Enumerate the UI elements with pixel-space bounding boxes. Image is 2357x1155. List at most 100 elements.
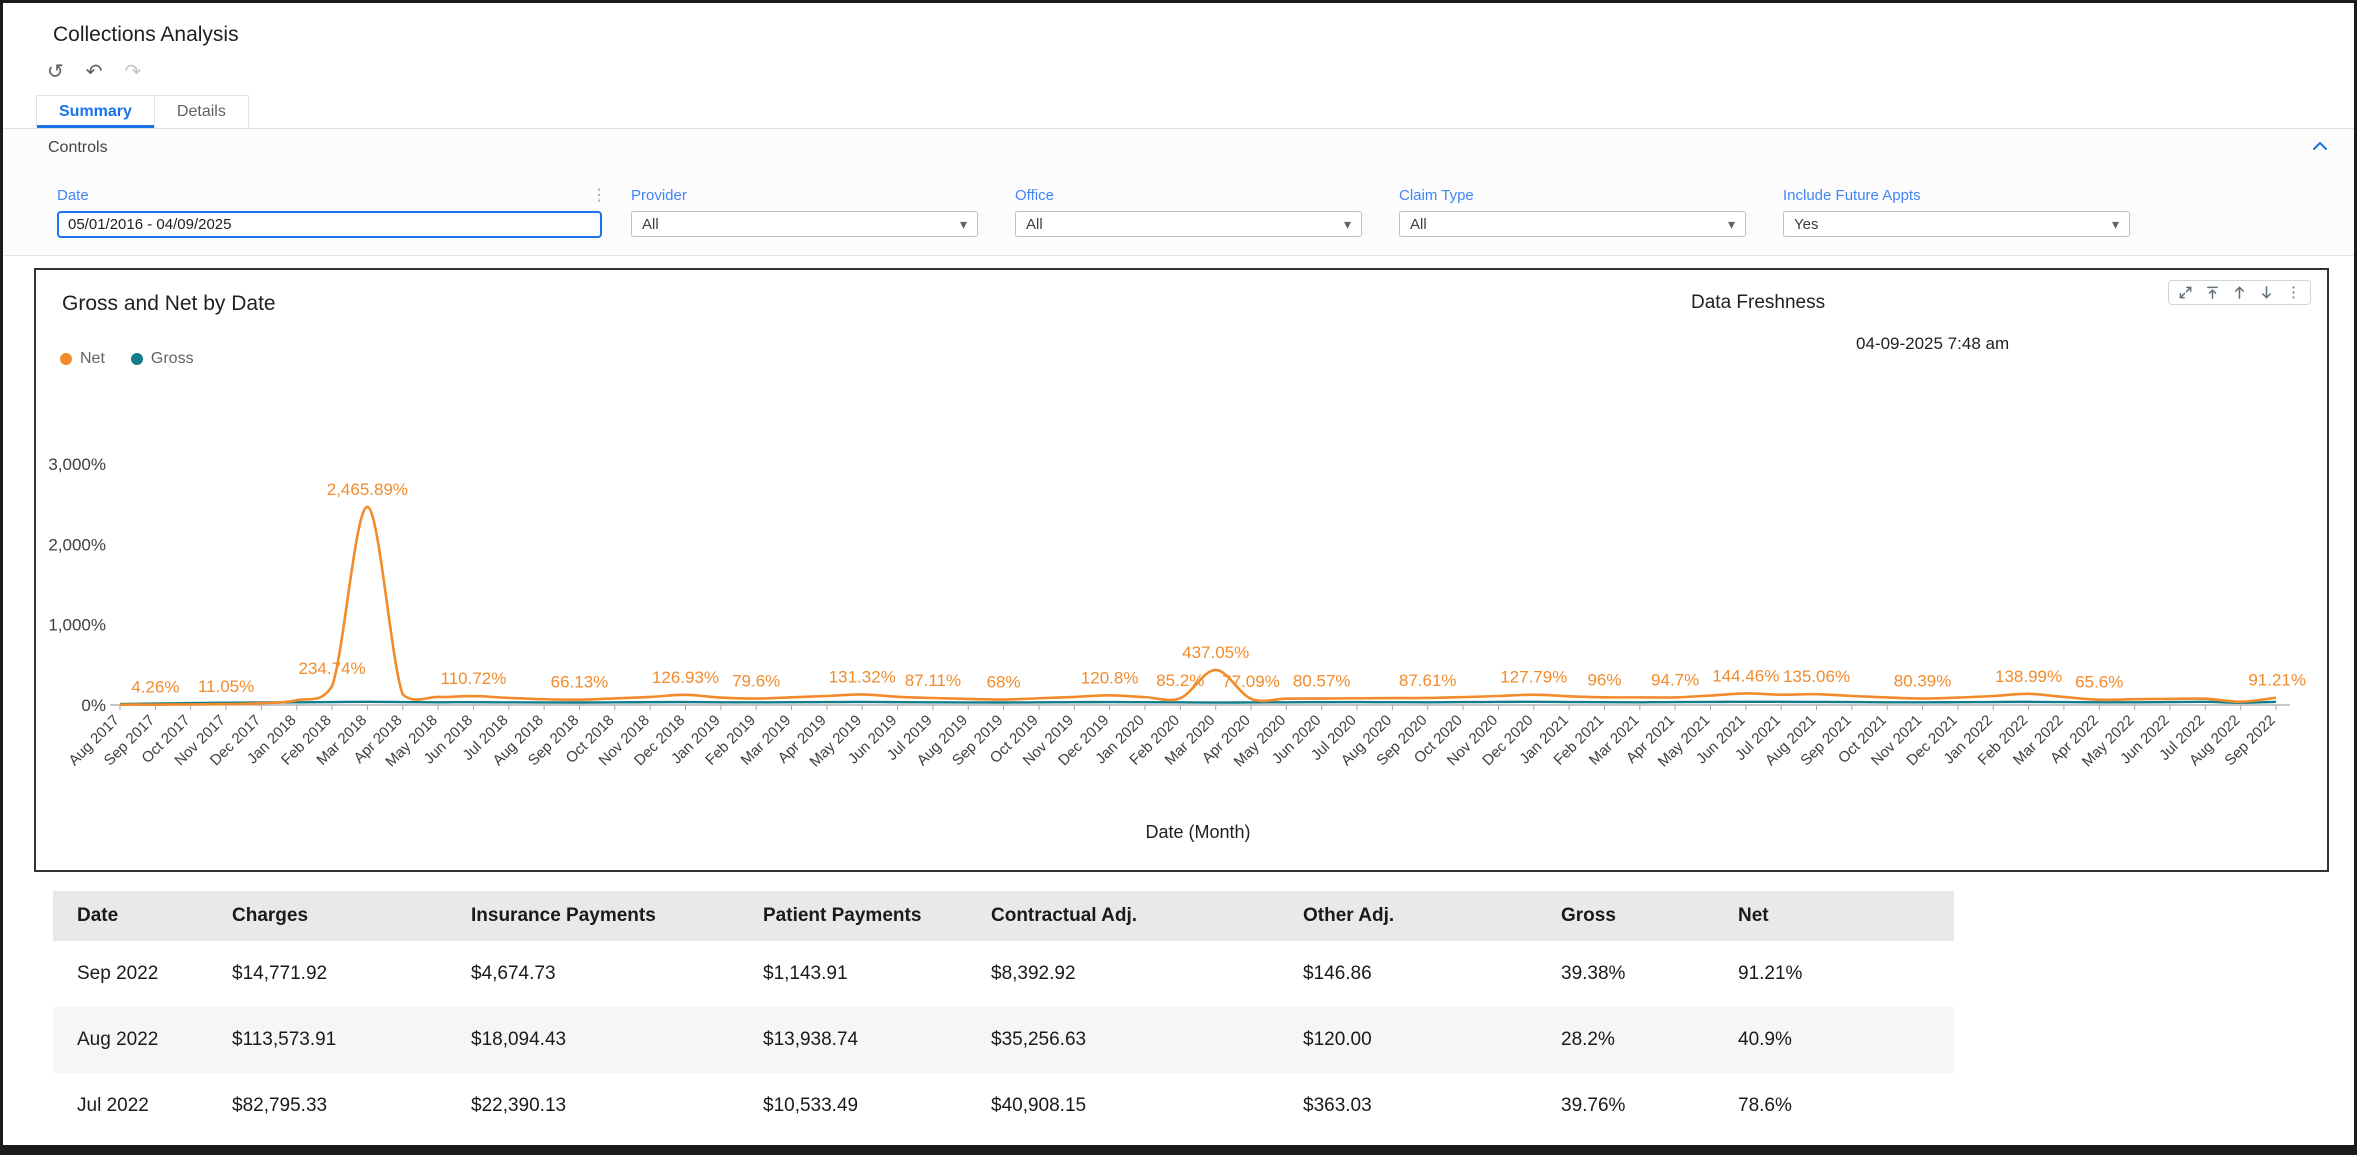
table-cell: $35,256.63 <box>967 1007 1279 1073</box>
controls-panel: Controls Date ⋮ Provider All ▾ Office Al… <box>3 129 2354 256</box>
svg-text:127.79%: 127.79% <box>1500 668 1567 687</box>
data-freshness-label: Data Freshness <box>1691 292 1825 314</box>
svg-text:96%: 96% <box>1587 670 1621 689</box>
filter-label-date: Date <box>57 187 602 204</box>
provider-dropdown-value: All <box>642 216 659 233</box>
svg-text:110.72%: 110.72% <box>441 669 507 688</box>
svg-text:87.11%: 87.11% <box>905 671 961 690</box>
table-header-row: DateChargesInsurance PaymentsPatient Pay… <box>53 891 1954 941</box>
svg-text:85.2%: 85.2% <box>1156 671 1204 690</box>
table-header-date[interactable]: Date <box>53 891 208 941</box>
filter-include-future-appts: Include Future Appts Yes ▾ <box>1783 187 2130 237</box>
table-cell: Aug 2022 <box>53 1007 208 1073</box>
arrow-up-icon[interactable] <box>2232 285 2247 300</box>
table-header-gross[interactable]: Gross <box>1537 891 1714 941</box>
table-header-charges[interactable]: Charges <box>208 891 447 941</box>
claim-type-dropdown[interactable]: All ▾ <box>1399 211 1746 237</box>
page-title: Collections Analysis <box>3 3 2354 47</box>
data-table-wrap: DateChargesInsurance PaymentsPatient Pay… <box>53 891 2354 1139</box>
point-labels: 4.26%11.05%234.74%2,465.89%110.72%66.13%… <box>131 480 2306 697</box>
table-cell: 91.21% <box>1714 941 1954 1007</box>
chart-menu-icon[interactable]: ⋮ <box>2286 285 2301 300</box>
table-header-other-adj-[interactable]: Other Adj. <box>1279 891 1537 941</box>
chevron-down-icon: ▾ <box>1344 216 1351 233</box>
svg-text:437.05%: 437.05% <box>1182 643 1249 662</box>
date-filter-menu-icon[interactable]: ⋮ <box>591 185 607 205</box>
filter-claim-type: Claim Type All ▾ <box>1399 187 1746 237</box>
svg-text:66.13%: 66.13% <box>551 673 609 692</box>
office-dropdown[interactable]: All ▾ <box>1015 211 1362 237</box>
reset-icon[interactable]: ↺ <box>47 62 64 82</box>
controls-title: Controls <box>48 139 108 157</box>
filter-label-include-future-appts: Include Future Appts <box>1783 187 2130 204</box>
svg-text:68%: 68% <box>987 673 1021 692</box>
table-cell: $22,390.13 <box>447 1073 739 1139</box>
claim-type-dropdown-value: All <box>1410 216 1427 233</box>
table-cell: $4,674.73 <box>447 941 739 1007</box>
table-body: Sep 2022$14,771.92$4,674.73$1,143.91$8,3… <box>53 941 1954 1139</box>
svg-text:94.7%: 94.7% <box>1651 670 1699 689</box>
include-future-appts-dropdown-value: Yes <box>1794 216 1818 233</box>
legend-item-gross[interactable]: Gross <box>131 350 194 368</box>
svg-text:120.8%: 120.8% <box>1081 668 1139 687</box>
legend-dot <box>131 353 143 365</box>
table-cell: $82,795.33 <box>208 1073 447 1139</box>
table-header-patient-payments[interactable]: Patient Payments <box>739 891 967 941</box>
svg-text:11.05%: 11.05% <box>198 677 254 696</box>
collapse-controls-icon[interactable] <box>2312 139 2328 157</box>
gross-line <box>120 702 2276 704</box>
include-future-appts-dropdown[interactable]: Yes ▾ <box>1783 211 2130 237</box>
x-axis-title: Date (Month) <box>1145 822 1250 842</box>
table-header-insurance-payments[interactable]: Insurance Payments <box>447 891 739 941</box>
svg-text:138.99%: 138.99% <box>1995 667 2062 686</box>
svg-text:87.61%: 87.61% <box>1399 671 1457 690</box>
legend-label: Gross <box>151 350 194 368</box>
legend-item-net[interactable]: Net <box>60 350 105 368</box>
table-row: Jul 2022$82,795.33$22,390.13$10,533.49$4… <box>53 1073 1954 1139</box>
table-cell: $363.03 <box>1279 1073 1537 1139</box>
chart-svg: 0%1,000%2,000%3,000%Aug 2017Sep 2017Oct … <box>36 430 2327 870</box>
redo-icon[interactable]: ↷ <box>125 62 142 82</box>
chevron-down-icon: ▾ <box>960 216 967 233</box>
svg-text:2,465.89%: 2,465.89% <box>327 480 408 499</box>
y-axis-labels: 0%1,000%2,000%3,000% <box>48 455 106 715</box>
table-cell: 39.38% <box>1537 941 1714 1007</box>
tab-bar: Summary Details <box>3 95 2354 129</box>
table-cell: $13,938.74 <box>739 1007 967 1073</box>
undo-icon[interactable]: ↶ <box>86 62 103 82</box>
table-cell: 40.9% <box>1714 1007 1954 1073</box>
chart-legend: Net Gross <box>60 350 194 368</box>
table-header-contractual-adj-[interactable]: Contractual Adj. <box>967 891 1279 941</box>
tab-details[interactable]: Details <box>155 95 249 128</box>
svg-text:3,000%: 3,000% <box>48 455 106 474</box>
table-cell: $14,771.92 <box>208 941 447 1007</box>
chart-title: Gross and Net by Date <box>62 292 276 316</box>
table-cell: 28.2% <box>1537 1007 1714 1073</box>
filter-label-office: Office <box>1015 187 1362 204</box>
x-axis-labels: Aug 2017Sep 2017Oct 2017Nov 2017Dec 2017… <box>65 712 2278 771</box>
chart-toolbar: ⋮ <box>2168 280 2311 305</box>
svg-text:131.32%: 131.32% <box>829 667 896 686</box>
legend-dot <box>60 353 72 365</box>
table-head: DateChargesInsurance PaymentsPatient Pay… <box>53 891 1954 941</box>
table-cell: 39.76% <box>1537 1073 1714 1139</box>
table-cell: $1,143.91 <box>739 941 967 1007</box>
table-cell: $8,392.92 <box>967 941 1279 1007</box>
data-table: DateChargesInsurance PaymentsPatient Pay… <box>53 891 1954 1139</box>
table-row: Sep 2022$14,771.92$4,674.73$1,143.91$8,3… <box>53 941 1954 1007</box>
date-range-input[interactable] <box>57 211 602 238</box>
expand-icon[interactable] <box>2178 285 2193 300</box>
move-to-top-icon[interactable] <box>2205 285 2220 300</box>
provider-dropdown[interactable]: All ▾ <box>631 211 978 237</box>
chart-card: Gross and Net by Date Data Freshness 04-… <box>34 268 2329 872</box>
table-cell: 78.6% <box>1714 1073 1954 1139</box>
table-row: Aug 2022$113,573.91$18,094.43$13,938.74$… <box>53 1007 1954 1073</box>
table-header-net[interactable]: Net <box>1714 891 1954 941</box>
arrow-down-icon[interactable] <box>2259 285 2274 300</box>
tab-summary[interactable]: Summary <box>36 95 155 128</box>
table-cell: $113,573.91 <box>208 1007 447 1073</box>
svg-text:135.06%: 135.06% <box>1783 667 1850 686</box>
svg-text:77.09%: 77.09% <box>1222 672 1280 691</box>
svg-text:4.26%: 4.26% <box>131 678 179 697</box>
svg-text:79.6%: 79.6% <box>732 672 780 691</box>
